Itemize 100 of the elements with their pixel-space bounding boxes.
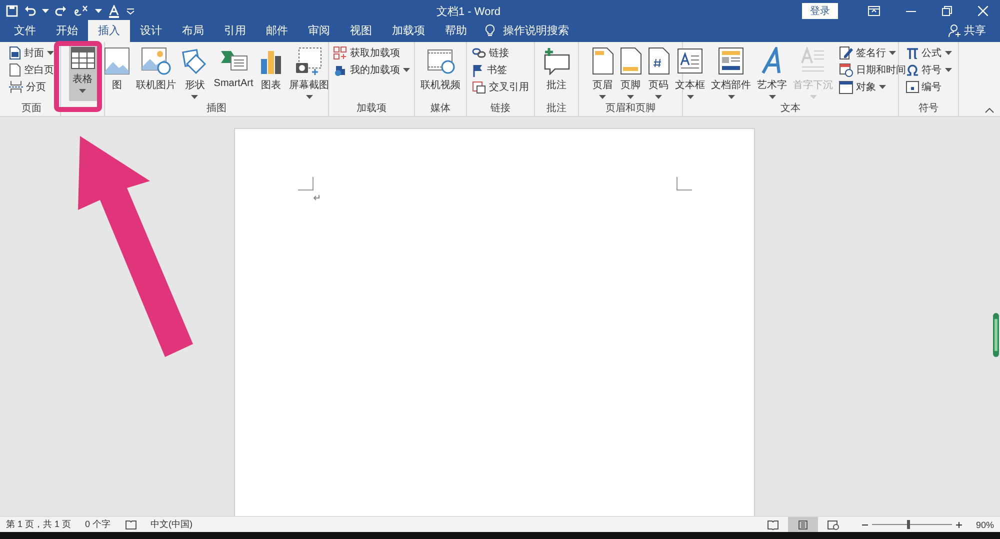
proofing-icon[interactable]	[124, 520, 137, 530]
caret-icon	[728, 95, 734, 99]
margin-corner-icon	[298, 177, 314, 191]
undo-icon[interactable]	[24, 5, 36, 17]
ribbon-button[interactable]: 文本框	[673, 45, 707, 101]
close-icon[interactable]	[978, 6, 988, 16]
window-title: 文档1 - Word	[436, 4, 502, 18]
menu-tab[interactable]: 布局	[172, 20, 214, 42]
pi-icon	[906, 47, 918, 59]
add-in-icon	[333, 63, 347, 77]
restore-icon[interactable]	[942, 6, 952, 16]
ribbon-button[interactable]: 我的加载项	[331, 62, 412, 78]
ribbon-button[interactable]: 艺术字	[755, 45, 789, 101]
ribbon-button[interactable]: 符号	[904, 62, 954, 78]
menu-tab[interactable]: 邮件	[256, 20, 298, 42]
share-button[interactable]: 共享	[964, 23, 986, 38]
ribbon-button[interactable]: 交叉引用	[470, 79, 531, 95]
caret-icon	[768, 95, 776, 99]
word-count[interactable]: 0 个字	[85, 518, 111, 531]
font-color-icon[interactable]	[108, 4, 120, 18]
ribbon-button[interactable]: SmartArt	[212, 45, 256, 101]
page-number-icon	[648, 47, 670, 75]
text-box-icon	[677, 47, 703, 75]
group-label: 批注	[546, 103, 568, 116]
person-add-icon[interactable]	[948, 24, 961, 37]
ribbon-button[interactable]: 编号	[904, 79, 954, 95]
footer-icon	[620, 47, 642, 75]
ribbon-button[interactable]: 公式	[904, 45, 954, 61]
tell-me-search[interactable]: 操作说明搜索	[503, 23, 569, 38]
collapse-icon[interactable]	[985, 108, 994, 113]
ribbon-button[interactable]: 分页	[7, 79, 56, 95]
menu-tab[interactable]: 帮助	[435, 20, 477, 42]
margin-corner-icon	[676, 177, 692, 191]
ribbon-button[interactable]: 封面	[7, 45, 56, 61]
picture-icon	[104, 47, 130, 75]
ribbon-button[interactable]: 获取加载项	[331, 45, 412, 61]
ribbon-button[interactable]: 形状	[180, 45, 210, 101]
lightbulb-icon	[485, 24, 495, 37]
ribbon-button[interactable]: 书签	[470, 62, 531, 78]
ribbon-button[interactable]: 页脚	[618, 45, 644, 101]
menu-tab[interactable]: 审阅	[298, 20, 340, 42]
zoom-in-icon[interactable]	[956, 522, 962, 528]
menu-tab[interactable]: 文件	[4, 20, 46, 42]
ribbon-button[interactable]: 联机图片	[134, 45, 178, 101]
caret-icon	[306, 95, 313, 99]
calendar-clock-icon	[839, 63, 853, 77]
equation-icon[interactable]	[73, 5, 89, 17]
ribbon-button[interactable]: 页码	[646, 45, 672, 101]
group-label: 加载项	[356, 103, 388, 116]
sign-in-button[interactable]: 登录	[802, 3, 838, 19]
ribbon-button[interactable]: 屏幕截图	[287, 45, 332, 101]
language-status[interactable]: 中文(中国)	[150, 518, 193, 531]
paragraph-mark-icon	[313, 195, 320, 201]
ribbon-button[interactable]: 图表	[257, 45, 286, 101]
caret-icon	[944, 68, 952, 72]
caret-icon	[810, 95, 816, 99]
ribbon-button[interactable]: 链接	[470, 45, 531, 61]
caret-icon	[42, 9, 49, 13]
caret-icon	[403, 68, 410, 72]
highlight-frame	[54, 41, 102, 112]
view-button[interactable]	[788, 517, 818, 532]
ribbon-button[interactable]: 批注	[540, 45, 572, 101]
web-layout-icon	[827, 520, 839, 530]
menu-tab[interactable]: 开始	[46, 20, 88, 42]
caret-icon	[599, 95, 606, 99]
caret-icon	[95, 9, 102, 13]
ribbon-button[interactable]: 图	[102, 45, 132, 101]
table-icon	[70, 47, 94, 69]
group-label: 媒体	[430, 103, 452, 116]
group-label: 链接	[490, 103, 512, 116]
customize-icon[interactable]	[126, 8, 135, 14]
object-icon	[839, 80, 853, 94]
ribbon-button[interactable]: 文档部件	[709, 45, 753, 101]
menu-tab[interactable]: 插入	[88, 20, 130, 42]
zoom-thumb[interactable]	[907, 520, 910, 529]
page-count[interactable]: 第 1 页，共 1 页	[6, 518, 72, 531]
menu-tab[interactable]: 视图	[340, 20, 382, 42]
zoom-level[interactable]: 90%	[966, 520, 994, 530]
ribbon-button[interactable]: 页眉	[590, 45, 616, 101]
ribbon-button[interactable]: 空白页	[7, 62, 56, 78]
document-icon	[9, 46, 21, 60]
redo-icon[interactable]	[55, 5, 67, 17]
menu-tab[interactable]: 引用	[214, 20, 256, 42]
ribbon-display-icon[interactable]	[868, 6, 880, 16]
caret-icon	[944, 51, 952, 55]
zoom-out-icon[interactable]	[862, 522, 868, 528]
page-break-icon	[9, 80, 23, 94]
omega-icon	[906, 64, 918, 76]
menu-tab[interactable]: 设计	[130, 20, 172, 42]
flag-icon	[472, 64, 484, 76]
shapes-icon	[182, 47, 208, 75]
save-icon[interactable]	[6, 5, 18, 17]
group-label: 页面	[20, 103, 42, 116]
caret-icon	[191, 95, 198, 99]
scroll-bar-icon	[993, 313, 999, 357]
menu-tab[interactable]: 加载项	[382, 20, 435, 42]
group-label: 页眉和页脚	[604, 103, 656, 116]
number-icon	[906, 81, 918, 93]
ribbon-button[interactable]: 联机视频	[418, 45, 462, 101]
ribbon-button[interactable]: 表格	[68, 45, 96, 101]
